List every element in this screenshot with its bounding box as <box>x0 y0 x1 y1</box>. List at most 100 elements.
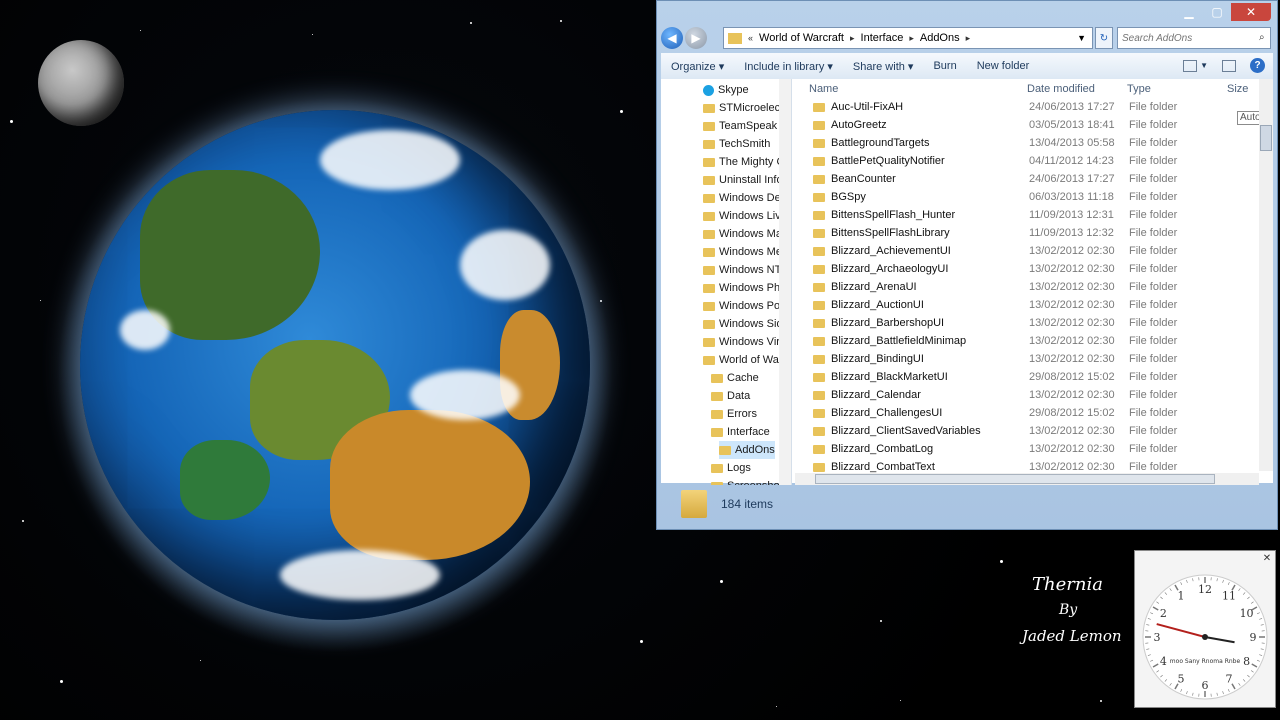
nav-tree-item-label: Logs <box>727 462 751 474</box>
forward-button[interactable]: ▶ <box>685 27 707 49</box>
scrollbar-thumb[interactable] <box>1260 125 1272 151</box>
table-row[interactable]: Blizzard_Calendar 13/02/2012 02:30 File fo… <box>795 386 1265 404</box>
folder-icon <box>703 157 715 167</box>
star <box>312 34 313 35</box>
refresh-icon[interactable]: ↻ <box>1095 27 1113 49</box>
nav-tree-item-label: Cache <box>727 372 759 384</box>
table-row[interactable]: BeanCounter 24/06/2013 17:27 File folder <box>795 170 1265 188</box>
nav-tree-item[interactable]: Windows NT <box>703 261 781 279</box>
earth-planet-image <box>80 110 590 620</box>
table-row[interactable]: BGSpy 06/03/2013 11:18 File folder <box>795 188 1265 206</box>
new-folder-button[interactable]: New folder <box>967 60 1040 72</box>
breadcrumb-item[interactable]: AddOns <box>920 32 960 44</box>
nav-tree-item[interactable]: Windows Virt <box>703 333 783 351</box>
explorer-window[interactable]: ▁ ▢ ✕ ◀ ▶ « World of Warcraft ▸ Interfac… <box>656 0 1278 530</box>
nav-tree-item[interactable]: Cache <box>711 369 759 387</box>
table-row[interactable]: Blizzard_ChallengesUI 29/08/2012 15:02 Fil… <box>795 404 1265 422</box>
column-header-type[interactable]: Type <box>1127 83 1151 95</box>
table-row[interactable]: Blizzard_ClientSavedVariables 13/02/2012 … <box>795 422 1265 440</box>
nav-tree-item[interactable]: Data <box>711 387 750 405</box>
close-button[interactable]: ✕ <box>1231 3 1271 21</box>
nav-tree-item[interactable]: Windows Live <box>703 207 787 225</box>
file-date: 04/11/2012 14:23 <box>1029 155 1114 167</box>
table-row[interactable]: Blizzard_ArenaUI 13/02/2012 02:30 File fol… <box>795 278 1265 296</box>
nav-tree-item[interactable]: Windows Ma <box>703 225 782 243</box>
nav-tree-item[interactable]: Uninstall Info <box>703 171 783 189</box>
nav-tree-item[interactable]: STMicroelect <box>703 99 783 117</box>
nav-tree-item[interactable]: Errors <box>711 405 757 423</box>
nav-tree-item[interactable]: Logs <box>711 459 751 477</box>
nav-tree-item-label: Windows Virt <box>719 336 783 348</box>
maximize-button[interactable]: ▢ <box>1203 3 1231 21</box>
minimize-button[interactable]: ▁ <box>1175 3 1203 21</box>
table-row[interactable]: Blizzard_CombatLog 13/02/2012 02:30 File f… <box>795 440 1265 458</box>
star <box>22 520 24 522</box>
back-button[interactable]: ◀ <box>661 27 683 49</box>
star <box>720 580 723 583</box>
file-type: File folder <box>1129 299 1178 311</box>
vertical-scrollbar[interactable] <box>1259 79 1273 471</box>
breadcrumb-item[interactable]: World of Warcraft <box>759 32 844 44</box>
nav-tree-item[interactable]: Windows Pho <box>703 279 786 297</box>
navigation-pane[interactable]: Skype STMicroelect TeamSpeak 3 TechSmith The… <box>661 79 792 485</box>
nav-tree-item[interactable]: Skype <box>703 81 749 99</box>
table-row[interactable]: Blizzard_AchievementUI 13/02/2012 02:30 Fi… <box>795 242 1265 260</box>
table-row[interactable]: Blizzard_AuctionUI 13/02/2012 02:30 File f… <box>795 296 1265 314</box>
burn-button[interactable]: Burn <box>923 60 966 72</box>
table-row[interactable]: BittensSpellFlashLibrary 11/09/2013 12:32… <box>795 224 1265 242</box>
clock-gadget[interactable]: ✕ 12 11 10 9 8 7 6 5 4 3 2 1 moo Sany Rnoma Rnbe <box>1134 550 1276 708</box>
nav-tree-item[interactable]: The Mighty G <box>703 153 785 171</box>
preview-pane-icon[interactable] <box>1222 59 1236 72</box>
cloud <box>460 230 550 300</box>
file-name: Auc-Util-FixAH <box>831 101 904 113</box>
breadcrumb-item[interactable]: Interface <box>861 32 904 44</box>
item-count: 184 items <box>721 497 774 511</box>
nav-tree-item[interactable]: Windows Sid <box>703 315 783 333</box>
nav-tree-item[interactable]: AddOns <box>719 441 775 459</box>
nav-tree-item[interactable]: TechSmith <box>703 135 770 153</box>
command-bar: Organize ▾ Include in library ▾ Share wi… <box>661 53 1273 80</box>
table-row[interactable]: BittensSpellFlash_Hunter 11/09/2013 12:31… <box>795 206 1265 224</box>
table-row[interactable]: Blizzard_BlackMarketUI 29/08/2012 15:02 Fi… <box>795 368 1265 386</box>
file-list[interactable]: Name Date modified Type Size Auc-Util-Fi… <box>795 79 1273 485</box>
nav-tree-item[interactable]: Windows Por <box>703 297 784 315</box>
table-row[interactable]: Blizzard_BindingUI 13/02/2012 02:30 File f… <box>795 350 1265 368</box>
include-in-library-button[interactable]: Include in library ▾ <box>734 60 843 73</box>
address-bar[interactable]: « World of Warcraft ▸ Interface ▸ AddOns… <box>723 27 1093 49</box>
file-date: 29/08/2012 15:02 <box>1029 371 1115 383</box>
column-header-name[interactable]: Name <box>809 83 838 95</box>
file-name: AutoGreetz <box>831 119 887 131</box>
nav-pane-scrollbar[interactable] <box>779 79 791 485</box>
table-row[interactable]: Blizzard_ArchaeologyUI 13/02/2012 02:30 Fi… <box>795 260 1265 278</box>
table-row[interactable]: BattlePetQualityNotifier 04/11/2012 14:23… <box>795 152 1265 170</box>
column-header-size[interactable]: Size <box>1227 83 1248 95</box>
share-with-button[interactable]: Share with ▾ <box>843 60 924 73</box>
help-icon[interactable]: ? <box>1250 58 1265 73</box>
nav-tree-item[interactable]: Windows De <box>703 189 781 207</box>
star <box>900 700 901 701</box>
view-dropdown-icon[interactable]: ▼ <box>1200 61 1208 70</box>
search-input[interactable] <box>1117 27 1271 49</box>
breadcrumb-chevron-icon[interactable]: ▸ <box>966 33 971 44</box>
column-header-date[interactable]: Date modified <box>1027 83 1095 95</box>
nav-tree-item[interactable]: World of Wa <box>703 351 779 369</box>
clock-brand-text: moo Sany Rnoma Rnbe <box>1170 658 1241 665</box>
table-row[interactable]: Blizzard_BarbershopUI 13/02/2012 02:30 Fil… <box>795 314 1265 332</box>
nav-tree-item-label: Windows Me <box>719 246 782 258</box>
table-row[interactable]: Blizzard_BattlefieldMinimap 13/02/2012 02… <box>795 332 1265 350</box>
file-name: BeanCounter <box>831 173 896 185</box>
organize-button[interactable]: Organize ▾ <box>661 60 734 73</box>
table-row[interactable]: BattlegroundTargets 13/04/2013 05:58 File … <box>795 134 1265 152</box>
nav-tree-item[interactable]: Windows Me <box>703 243 782 261</box>
table-row[interactable]: Auc-Util-FixAH 24/06/2013 17:27 File folde… <box>795 98 1265 116</box>
breadcrumb-chevron-icon[interactable]: ▸ <box>850 33 855 44</box>
nav-tree-item[interactable]: Interface <box>711 423 770 441</box>
breadcrumb-chevron-icon[interactable]: ▸ <box>909 33 914 44</box>
address-dropdown-icon[interactable]: ▼ <box>1077 33 1086 43</box>
close-icon[interactable]: ✕ <box>1261 553 1273 565</box>
search-icon[interactable]: ⌕ <box>1259 32 1265 43</box>
table-row[interactable]: AutoGreetz 03/05/2013 18:41 File folder <box>795 116 1265 134</box>
clock-center <box>1202 634 1208 640</box>
nav-tree-item[interactable]: TeamSpeak 3 <box>703 117 786 135</box>
view-options-icon[interactable] <box>1183 59 1198 72</box>
